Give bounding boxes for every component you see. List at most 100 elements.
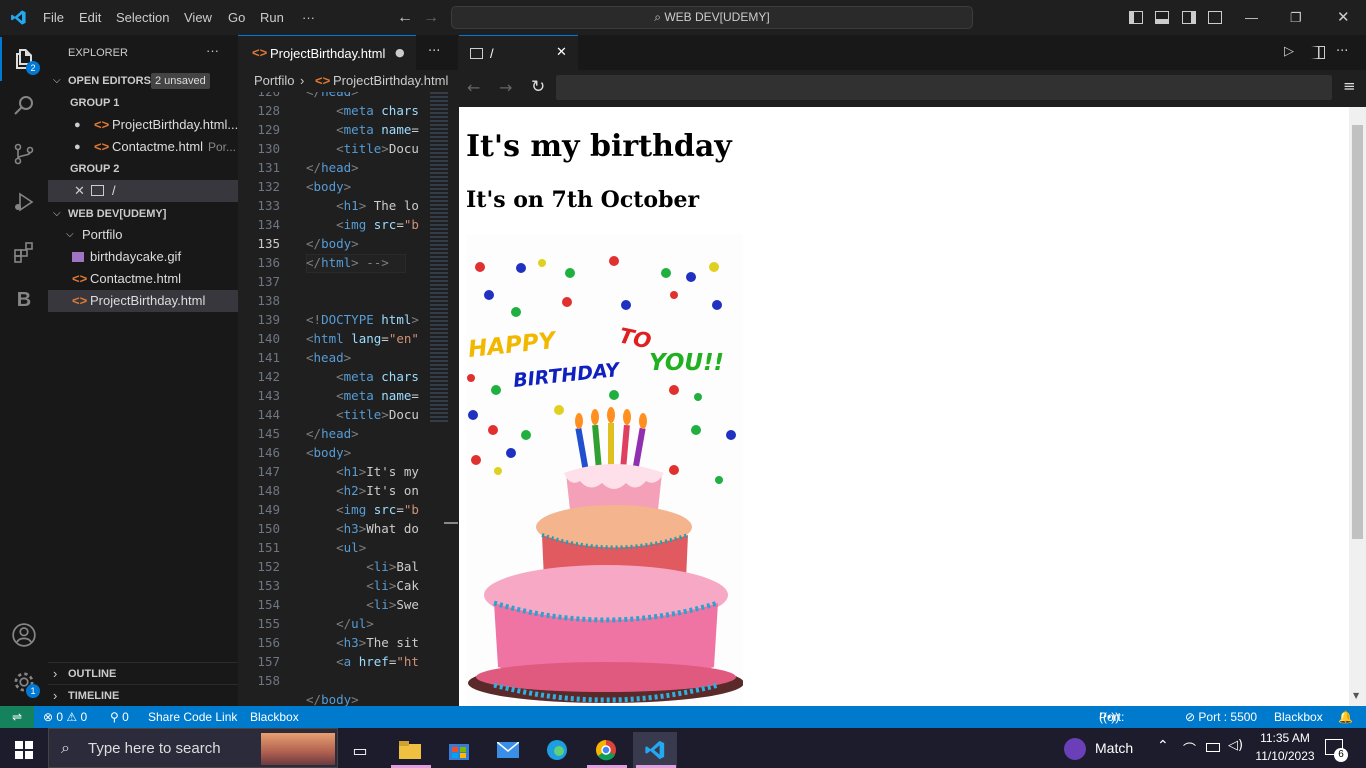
preview-tab[interactable]: / ✕ (459, 35, 578, 70)
line-number: 149 (257, 502, 280, 517)
line-number: 158 (257, 673, 280, 688)
match-widget-label[interactable]: Match (1095, 740, 1133, 756)
match-widget-icon[interactable] (1064, 738, 1086, 760)
run-icon[interactable]: ▷ (1284, 44, 1294, 59)
ports-status[interactable]: ⚲ 0 (110, 706, 129, 728)
menu-view[interactable]: View (184, 0, 212, 35)
restore-icon[interactable]: ❐ (1290, 0, 1302, 35)
customize-layout-icon[interactable] (1208, 11, 1222, 24)
line-number: 132 (257, 179, 280, 194)
menu-edit[interactable]: Edit (79, 0, 101, 35)
share-code-link[interactable]: Share Code Link (148, 706, 237, 728)
forward-arrow-icon[interactable]: → (423, 0, 439, 35)
editor-more-icon[interactable]: ··· (428, 44, 440, 59)
line-number: 136 (257, 255, 280, 270)
chrome-browser-icon[interactable] (584, 732, 628, 768)
scroll-down-icon[interactable]: ▼ (1353, 691, 1359, 700)
problems-status[interactable]: ⊗ 0 ⚠ 0 (43, 706, 87, 728)
close-window-icon[interactable]: ✕ (1337, 0, 1350, 35)
vscode-taskbar-icon[interactable] (633, 732, 677, 768)
preview-scrollbar[interactable]: ▼ (1349, 107, 1366, 706)
scrollbar-thumb[interactable] (1352, 125, 1363, 539)
minimap[interactable] (420, 92, 458, 708)
editor-tab-bar: <> ProjectBirthday.html ● ··· (238, 35, 458, 70)
preview-reload-icon[interactable]: ↻ (531, 77, 545, 97)
back-arrow-icon[interactable]: ← (397, 0, 413, 35)
minimap-slider[interactable] (444, 522, 458, 524)
menu-selection[interactable]: Selection (116, 0, 169, 35)
preview-url-input[interactable] (556, 75, 1332, 100)
outline-section[interactable]: › OUTLINE (48, 662, 238, 684)
blackbox-icon[interactable]: B (0, 278, 48, 322)
microsoft-store-icon[interactable] (437, 732, 481, 768)
group-1-label[interactable]: GROUP 1 (70, 92, 260, 114)
preview-menu-icon[interactable]: ≡ (1343, 77, 1356, 95)
search-icon[interactable] (0, 83, 48, 127)
unsaved-dot-icon[interactable]: ● (395, 46, 405, 59)
edge-browser-icon[interactable] (535, 732, 579, 768)
timeline-section[interactable]: › TIMELINE (48, 684, 238, 706)
remote-indicator-icon[interactable]: ⇌ (0, 706, 34, 728)
run-debug-icon[interactable] (0, 180, 48, 224)
taskbar-search-box[interactable]: ⌕ Type here to search (48, 728, 338, 768)
command-center-search[interactable]: ⌕ WEB DEV[UDEMY] (451, 6, 973, 29)
unsaved-dot-icon[interactable]: ● (74, 114, 81, 136)
menu-more[interactable]: ··· (302, 0, 315, 35)
explorer-more-icon[interactable]: ··· (206, 40, 230, 62)
line-number: 140 (257, 331, 280, 346)
explorer-icon[interactable]: 2 (0, 37, 48, 81)
open-editor-item-selected[interactable]: ✕ / (48, 180, 238, 202)
line-number: 126 (238, 92, 280, 99)
source-control-icon[interactable] (0, 132, 48, 176)
preview-back-icon[interactable]: ← (467, 78, 480, 97)
port-5500-status[interactable]: ⊘ Port : 5500 (1185, 706, 1257, 728)
workspace-section[interactable]: ⌵ WEB DEV[UDEMY] (48, 203, 238, 225)
open-editors-section[interactable]: ⌵ OPEN EDITORS 2 unsaved (48, 70, 238, 92)
menu-run[interactable]: Run (260, 0, 284, 35)
file-name: ProjectBirthday.html (90, 293, 206, 308)
show-hidden-icons-icon[interactable]: ⌃ (1157, 738, 1169, 754)
minimize-icon[interactable]: — (1245, 0, 1258, 35)
file-name: Contactme.html (90, 271, 182, 286)
blackbox-status-right[interactable]: Blackbox (1274, 706, 1323, 728)
account-icon[interactable] (0, 613, 48, 657)
split-editor-icon[interactable] (1311, 46, 1325, 59)
file-item-selected[interactable]: <> ProjectBirthday.html (48, 290, 238, 312)
menu-file[interactable]: File (43, 0, 64, 35)
notifications-bell-icon[interactable]: 🔔 (1338, 706, 1353, 728)
toggle-panel-icon[interactable] (1155, 11, 1169, 24)
breadcrumb-file[interactable]: ProjectBirthday.html (333, 70, 448, 92)
breadcrumb-folder[interactable]: Portfilo (254, 70, 294, 92)
volume-icon[interactable]: ◁) (1228, 738, 1243, 753)
toggle-primary-sidebar-icon[interactable] (1129, 11, 1143, 24)
windows-start-icon[interactable] (2, 732, 46, 768)
preview-more-icon[interactable]: ··· (1336, 44, 1348, 59)
clock-date[interactable]: 11/10/2023 (1250, 749, 1320, 763)
file-item[interactable]: <> Contactme.html (48, 268, 238, 290)
task-view-icon[interactable]: ▭ (338, 732, 382, 768)
clock-time[interactable]: 11:35 AM (1250, 731, 1320, 745)
blackbox-status[interactable]: Blackbox (250, 706, 299, 728)
close-tab-icon[interactable]: ✕ (556, 45, 567, 60)
mail-icon[interactable] (486, 732, 530, 768)
toggle-secondary-sidebar-icon[interactable] (1182, 11, 1196, 24)
battery-icon[interactable] (1206, 743, 1220, 752)
open-editor-item[interactable]: ● <> Contactme.html Por... (48, 136, 238, 158)
file-explorer-icon[interactable] (388, 732, 432, 768)
manage-gear-icon[interactable]: 1 (0, 660, 48, 704)
editor-tab-active[interactable]: <> ProjectBirthday.html ● (238, 35, 416, 70)
line-number: 128 (257, 103, 280, 118)
tab-label: ProjectBirthday.html (270, 46, 386, 61)
file-item[interactable]: birthdaycake.gif (48, 246, 238, 268)
group-2-label[interactable]: GROUP 2 (70, 158, 260, 180)
menu-go[interactable]: Go (228, 0, 245, 35)
open-editor-item[interactable]: ● <> ProjectBirthday.html... (48, 114, 238, 136)
close-editor-icon[interactable]: ✕ (74, 180, 85, 202)
preview-page: It's my birthday It's on 7th October HAP… (459, 107, 1349, 706)
extensions-icon[interactable] (0, 230, 48, 274)
preview-forward-icon[interactable]: → (499, 78, 512, 97)
folder-item[interactable]: ⌵ Portfilo (48, 224, 238, 246)
unsaved-dot-icon[interactable]: ● (74, 136, 81, 158)
line-number: 139 (257, 312, 280, 327)
wifi-icon[interactable]: ⌒ (1183, 739, 1196, 758)
